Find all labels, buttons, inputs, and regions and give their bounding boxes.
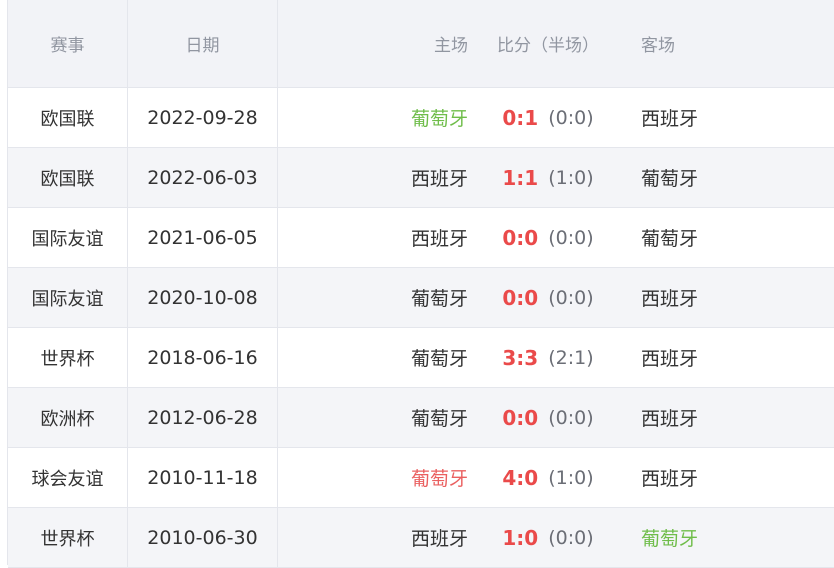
- score-cell: 0:0 (0:0): [478, 388, 618, 447]
- match-history-table: 赛事 日期 主场 比分（半场） 客场 欧国联 2022-09-28 葡萄牙 0:1 (0…: [7, 0, 834, 568]
- date-cell: 2010-06-30: [128, 508, 278, 567]
- away-team-cell: 西班牙: [641, 468, 699, 490]
- table-row: 欧洲杯 2012-06-28 葡萄牙 0:0 (0:0) 西班牙: [8, 388, 834, 448]
- away-team-cell: 葡萄牙: [641, 528, 699, 550]
- full-time-score: 0:0: [502, 225, 539, 250]
- full-time-score: 3:3: [502, 345, 539, 370]
- header-away: 客场: [641, 36, 675, 56]
- score-cell: 1:0 (0:0): [478, 508, 618, 567]
- competition-cell: 世界杯: [8, 328, 128, 387]
- table-row: 世界杯 2010-06-30 西班牙 1:0 (0:0) 葡萄牙: [8, 508, 834, 568]
- header-home: 主场: [434, 36, 468, 56]
- score-cell: 0:0 (0:0): [478, 268, 618, 327]
- full-time-score: 0:0: [502, 285, 539, 310]
- home-team-cell: 西班牙: [410, 168, 468, 190]
- half-time-score: (0:0): [548, 406, 594, 429]
- away-team-cell: 葡萄牙: [641, 228, 699, 250]
- half-time-score: (1:0): [548, 166, 594, 189]
- full-time-score: 1:0: [502, 525, 539, 550]
- date-cell: 2021-06-05: [128, 208, 278, 267]
- score-cell: 0:0 (0:0): [478, 208, 618, 267]
- table-row: 国际友谊 2020-10-08 葡萄牙 0:0 (0:0) 西班牙: [8, 268, 834, 328]
- full-time-score: 0:0: [502, 405, 539, 430]
- full-time-score: 1:1: [502, 165, 539, 190]
- score-cell: 4:0 (1:0): [478, 448, 618, 507]
- home-team-cell: 葡萄牙: [410, 108, 468, 130]
- score-cell: 0:1 (0:0): [478, 88, 618, 147]
- date-cell: 2012-06-28: [128, 388, 278, 447]
- table-header: 赛事 日期 主场 比分（半场） 客场: [8, 0, 834, 88]
- half-time-score: (0:0): [548, 106, 594, 129]
- full-time-score: 4:0: [502, 465, 539, 490]
- away-team-cell: 西班牙: [641, 348, 699, 370]
- table-row: 国际友谊 2021-06-05 西班牙 0:0 (0:0) 葡萄牙: [8, 208, 834, 268]
- date-cell: 2022-06-03: [128, 148, 278, 207]
- header-score: 比分（半场）: [497, 36, 599, 56]
- competition-cell: 欧洲杯: [8, 388, 128, 447]
- home-team-cell: 葡萄牙: [410, 288, 468, 310]
- table-row: 欧国联 2022-09-28 葡萄牙 0:1 (0:0) 西班牙: [8, 88, 834, 148]
- table-row: 球会友谊 2010-11-18 葡萄牙 4:0 (1:0) 西班牙: [8, 448, 834, 508]
- half-time-score: (0:0): [548, 526, 594, 549]
- competition-cell: 国际友谊: [8, 208, 128, 267]
- competition-cell: 国际友谊: [8, 268, 128, 327]
- competition-cell: 世界杯: [8, 508, 128, 567]
- table-row: 欧国联 2022-06-03 西班牙 1:1 (1:0) 葡萄牙: [8, 148, 834, 208]
- full-time-score: 0:1: [502, 105, 539, 130]
- home-team-cell: 葡萄牙: [410, 348, 468, 370]
- competition-cell: 欧国联: [8, 148, 128, 207]
- half-time-score: (1:0): [548, 466, 594, 489]
- away-team-cell: 西班牙: [641, 288, 699, 310]
- home-team-cell: 葡萄牙: [410, 408, 468, 430]
- home-team-cell: 西班牙: [410, 528, 468, 550]
- away-team-cell: 西班牙: [641, 408, 699, 430]
- header-competition: 赛事: [8, 0, 128, 87]
- competition-cell: 球会友谊: [8, 448, 128, 507]
- home-team-cell: 葡萄牙: [410, 468, 468, 490]
- half-time-score: (0:0): [548, 226, 594, 249]
- away-team-cell: 西班牙: [641, 108, 699, 130]
- date-cell: 2018-06-16: [128, 328, 278, 387]
- score-cell: 1:1 (1:0): [478, 148, 618, 207]
- header-date: 日期: [128, 0, 278, 87]
- competition-cell: 欧国联: [8, 88, 128, 147]
- score-cell: 3:3 (2:1): [478, 328, 618, 387]
- home-team-cell: 西班牙: [410, 228, 468, 250]
- date-cell: 2010-11-18: [128, 448, 278, 507]
- table-row: 世界杯 2018-06-16 葡萄牙 3:3 (2:1) 西班牙: [8, 328, 834, 388]
- half-time-score: (2:1): [548, 346, 594, 369]
- date-cell: 2022-09-28: [128, 88, 278, 147]
- away-team-cell: 葡萄牙: [641, 168, 699, 190]
- date-cell: 2020-10-08: [128, 268, 278, 327]
- half-time-score: (0:0): [548, 286, 594, 309]
